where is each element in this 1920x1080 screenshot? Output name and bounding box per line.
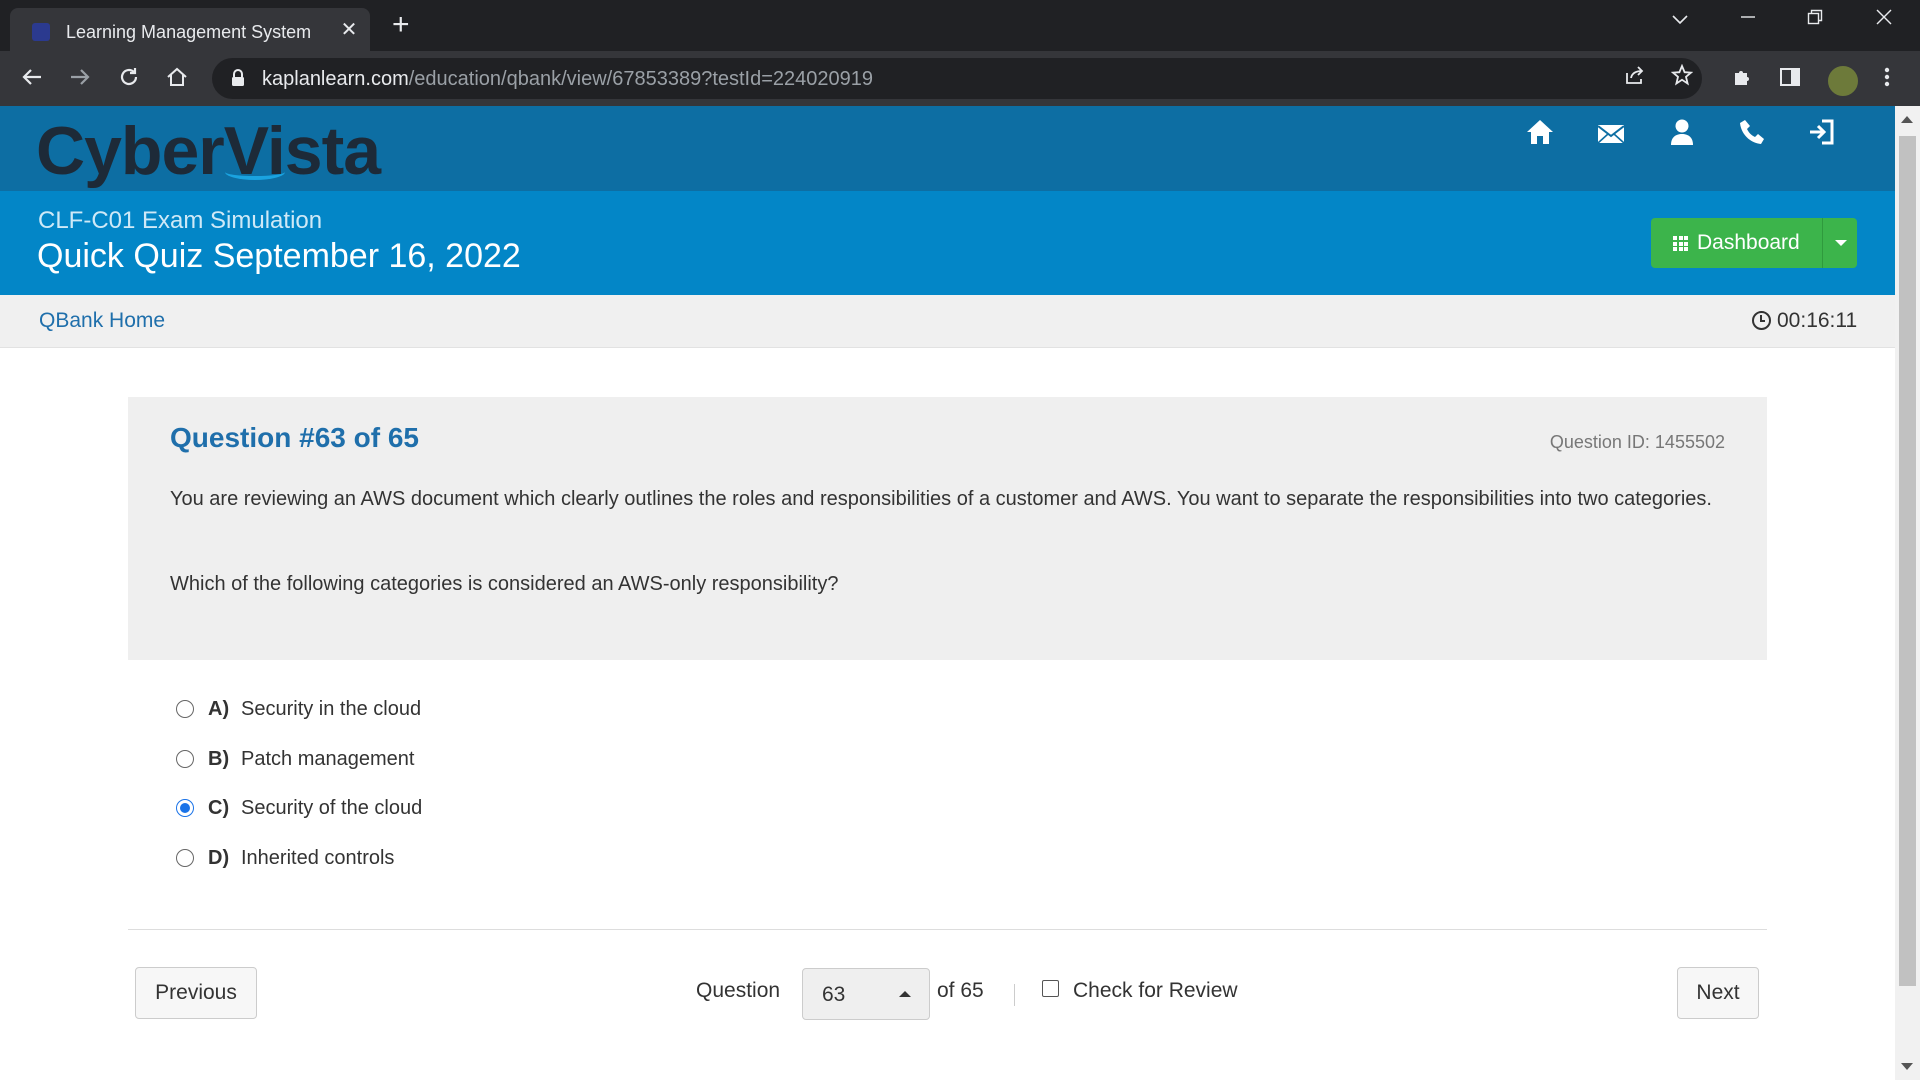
question-total: of 65 bbox=[937, 979, 984, 1002]
answer-text: Security in the cloud bbox=[241, 698, 422, 720]
browser-tab[interactable]: Learning Management System ✕ bbox=[10, 8, 370, 51]
grid-icon bbox=[1673, 236, 1688, 251]
minimize-icon[interactable] bbox=[1728, 8, 1768, 31]
url-domain: kaplanlearn.com bbox=[262, 68, 409, 90]
exam-title-bar: CLF-C01 Exam Simulation Quick Quiz Septe… bbox=[0, 191, 1895, 295]
caret-up-icon bbox=[899, 991, 911, 997]
answer-letter: B) bbox=[208, 748, 230, 770]
restore-icon[interactable] bbox=[1795, 8, 1835, 31]
question-prompt: Which of the following categories is con… bbox=[170, 573, 839, 595]
radio-button[interactable] bbox=[176, 750, 194, 768]
review-checkbox[interactable] bbox=[1042, 980, 1059, 997]
dashboard-button-group: Dashboard bbox=[1651, 218, 1857, 268]
question-number-select[interactable]: 63 bbox=[802, 968, 930, 1020]
sub-navigation: QBank Home 00:16:11 bbox=[0, 295, 1895, 348]
answer-letter: C) bbox=[208, 797, 230, 819]
previous-button[interactable]: Previous bbox=[135, 967, 257, 1019]
cybervista-logo[interactable]: CyberVista bbox=[36, 112, 381, 190]
dashboard-button[interactable]: Dashboard bbox=[1651, 218, 1821, 268]
browser-toolbar: kaplanlearn.com/education/qbank/view/678… bbox=[0, 51, 1920, 106]
url-text: kaplanlearn.com/education/qbank/view/678… bbox=[262, 68, 873, 91]
url-path: /education/qbank/view/67853389?testId=22… bbox=[408, 68, 874, 90]
radio-button-selected[interactable] bbox=[176, 799, 194, 817]
browser-menu-icon[interactable] bbox=[1871, 63, 1903, 95]
user-icon[interactable] bbox=[1662, 116, 1702, 156]
extensions-icon[interactable] bbox=[1726, 63, 1758, 95]
question-nav-label: Question bbox=[696, 979, 781, 1002]
answer-letter: D) bbox=[208, 847, 230, 869]
mail-icon[interactable] bbox=[1591, 116, 1631, 156]
side-panel-icon[interactable] bbox=[1774, 63, 1806, 95]
home-icon[interactable] bbox=[161, 63, 193, 95]
browser-tab-bar: Learning Management System ✕ + bbox=[0, 0, 1920, 51]
exam-name: CLF-C01 Exam Simulation bbox=[38, 207, 323, 234]
separator bbox=[1014, 984, 1015, 1006]
logo-swoosh bbox=[225, 164, 285, 180]
question-heading: Question #63 of 65 bbox=[170, 422, 419, 453]
page-scrollbar[interactable] bbox=[1895, 106, 1920, 1080]
profile-avatar[interactable] bbox=[1826, 64, 1860, 98]
answer-text: Patch management bbox=[241, 748, 415, 770]
review-label: Check for Review bbox=[1073, 979, 1238, 1002]
lock-icon bbox=[230, 68, 246, 93]
forward-icon[interactable] bbox=[64, 63, 96, 95]
new-tab-icon[interactable]: + bbox=[392, 10, 410, 40]
tab-search-icon[interactable] bbox=[1660, 8, 1700, 31]
question-id: Question ID: 1455502 bbox=[1549, 432, 1725, 452]
home-icon[interactable] bbox=[1520, 116, 1560, 156]
brand-header: CyberVista bbox=[0, 106, 1895, 191]
address-bar[interactable]: kaplanlearn.com/education/qbank/view/678… bbox=[212, 58, 1702, 99]
scroll-down-arrow[interactable] bbox=[1901, 1063, 1913, 1070]
tab-close-icon[interactable]: ✕ bbox=[336, 17, 362, 43]
question-panel: Question #63 of 65 Question ID: 1455502 … bbox=[128, 397, 1767, 660]
answer-text: Security of the cloud bbox=[241, 797, 423, 819]
current-question-number: 63 bbox=[822, 983, 846, 1006]
answer-letter: A) bbox=[208, 698, 230, 720]
question-text: You are reviewing an AWS document which … bbox=[170, 488, 1712, 510]
share-icon[interactable] bbox=[1619, 64, 1649, 92]
page-content: CyberVista CLF-C01 Exam Simulation Quick… bbox=[0, 106, 1895, 1080]
quiz-title: Quick Quiz September 16, 2022 bbox=[37, 237, 521, 275]
answer-text: Inherited controls bbox=[241, 847, 395, 869]
reload-icon[interactable] bbox=[113, 63, 145, 95]
radio-button[interactable] bbox=[176, 849, 194, 867]
logout-icon[interactable] bbox=[1801, 116, 1841, 156]
close-window-icon[interactable] bbox=[1864, 8, 1904, 31]
next-button[interactable]: Next bbox=[1677, 967, 1759, 1019]
clock-icon bbox=[1752, 311, 1771, 330]
caret-down-icon bbox=[1835, 240, 1847, 246]
timer-value: 00:16:11 bbox=[1777, 309, 1858, 332]
tab-title: Learning Management System bbox=[66, 22, 312, 42]
phone-icon[interactable] bbox=[1732, 116, 1772, 156]
footer-divider bbox=[128, 929, 1767, 930]
qbank-home-link[interactable]: QBank Home bbox=[39, 309, 165, 333]
dashboard-label: Dashboard bbox=[1697, 231, 1800, 254]
scroll-thumb[interactable] bbox=[1899, 136, 1916, 986]
bookmark-star-icon[interactable] bbox=[1667, 63, 1697, 92]
tab-favicon-icon bbox=[32, 23, 50, 41]
dashboard-dropdown-toggle[interactable] bbox=[1822, 218, 1858, 268]
back-icon[interactable] bbox=[16, 63, 48, 95]
radio-button[interactable] bbox=[176, 700, 194, 718]
scroll-up-arrow[interactable] bbox=[1901, 116, 1913, 123]
